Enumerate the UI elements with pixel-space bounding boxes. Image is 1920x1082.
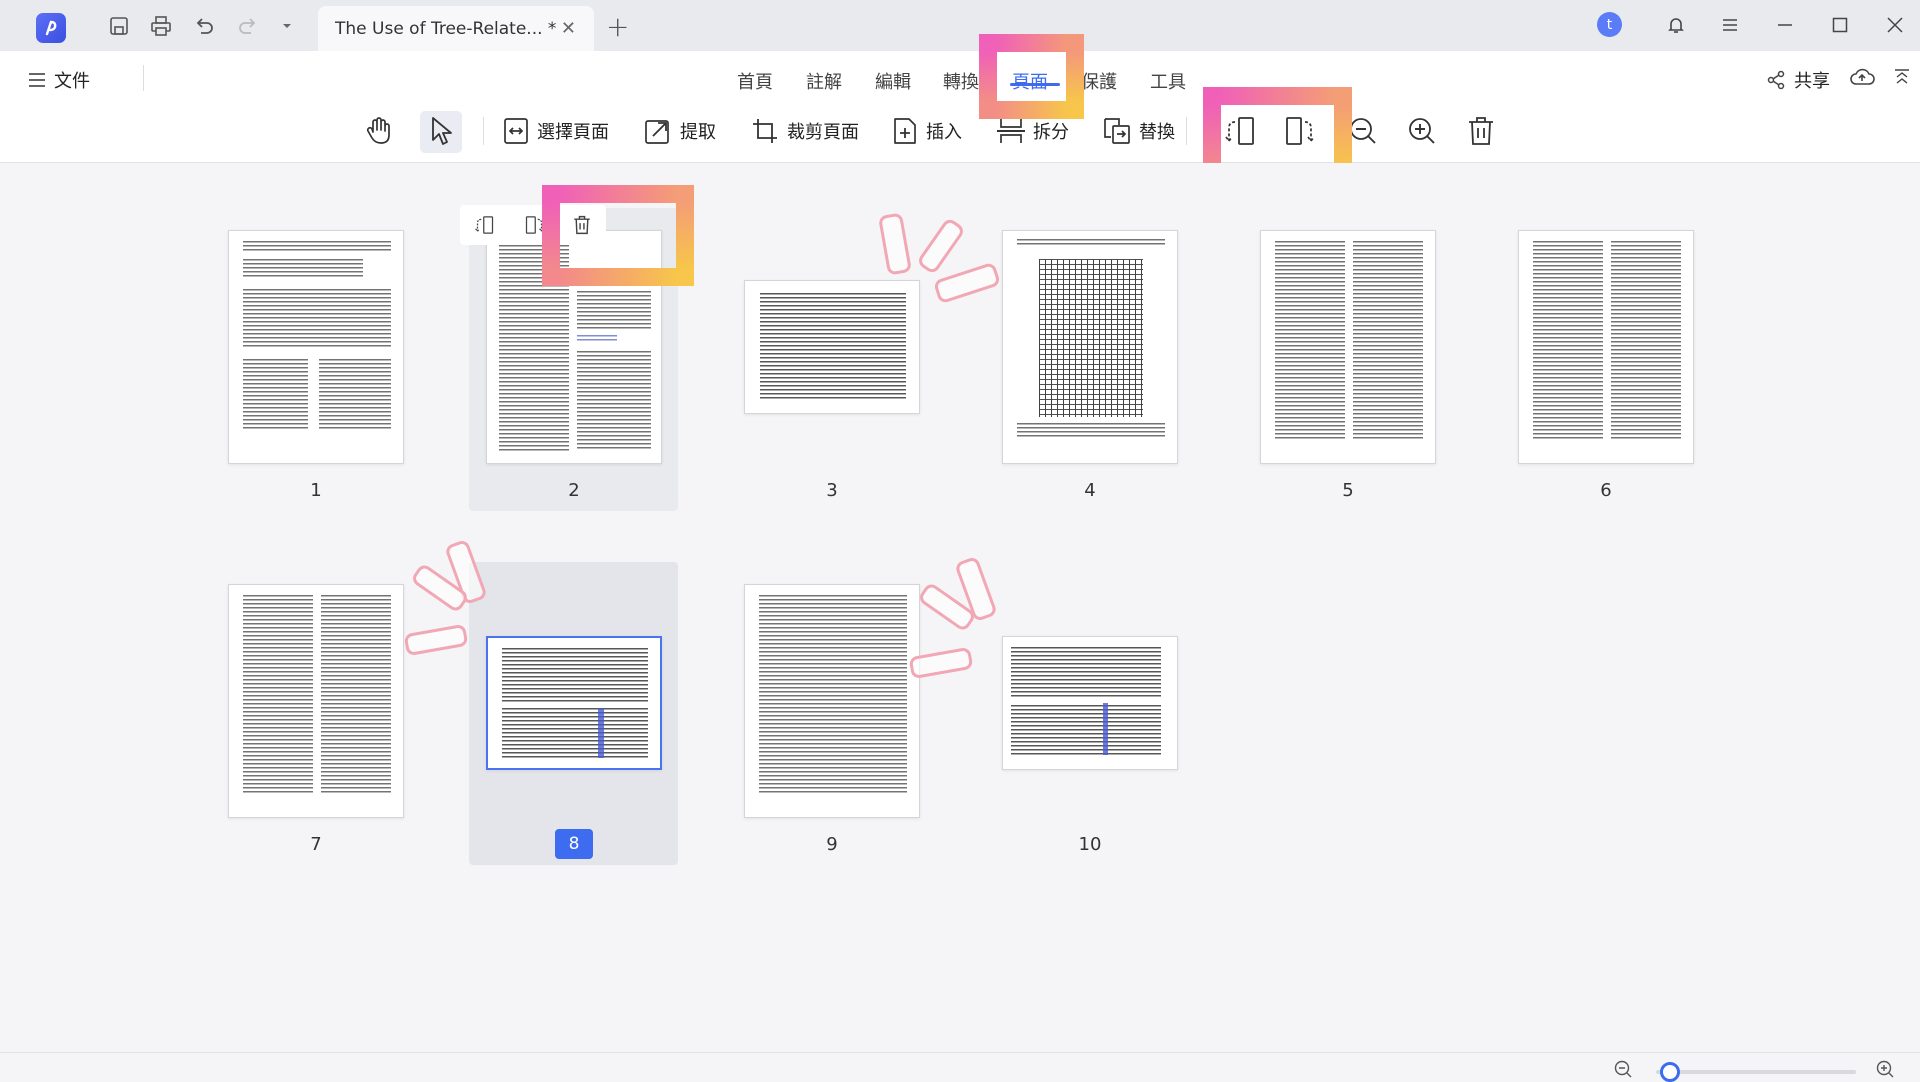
- extract-button[interactable]: 提取: [644, 113, 716, 149]
- document-tab[interactable]: The Use of Tree-Relate... * ✕: [318, 6, 594, 51]
- page-thumbnail-9[interactable]: [744, 584, 920, 818]
- ribbon: 文件 首頁 註解 編輯 轉換 頁面 保護 工具 共享 選擇頁面 提取 裁剪頁面 …: [0, 51, 1920, 163]
- zoom-slider-track[interactable]: [1656, 1070, 1856, 1074]
- extract-icon: [645, 120, 669, 144]
- zoom-out-icon: [1350, 118, 1376, 144]
- page-number-4: 4: [1084, 480, 1096, 501]
- burst-mark: [915, 216, 967, 276]
- tab-tools[interactable]: 工具: [1150, 68, 1186, 94]
- page-thumbnail-3[interactable]: [744, 280, 920, 414]
- print-icon[interactable]: [149, 14, 173, 38]
- save-icon[interactable]: [107, 14, 131, 38]
- select-pages-icon: [504, 118, 528, 144]
- zoom-in-icon[interactable]: [1876, 1060, 1894, 1082]
- zoom-out-icon[interactable]: [1614, 1060, 1632, 1082]
- select-pages-button[interactable]: 選擇頁面: [503, 113, 609, 149]
- file-menu-label: 文件: [54, 71, 90, 92]
- page-number-6: 6: [1600, 480, 1612, 501]
- hand-tool-icon[interactable]: [365, 113, 393, 149]
- avatar[interactable]: t: [1597, 12, 1622, 37]
- tab-convert[interactable]: 轉換: [943, 68, 979, 94]
- burst-mark: [932, 261, 1002, 305]
- collapse-ribbon-icon[interactable]: [1893, 68, 1911, 90]
- page-thumbnail-10[interactable]: [1002, 636, 1178, 770]
- insert-icon: [894, 118, 916, 144]
- insert-button[interactable]: 插入: [892, 113, 962, 149]
- hover-toolbar-highlight: [542, 185, 694, 286]
- select-pages-label: 選擇頁面: [537, 122, 609, 143]
- page-thumbnail-grid: 1 2 3 4 5 6 7 8 9 10: [0, 163, 1920, 1052]
- close-tab-icon[interactable]: ✕: [561, 18, 576, 39]
- page-number-7: 7: [310, 834, 322, 855]
- toolbar-divider: [1186, 117, 1187, 145]
- page-thumbnail-1[interactable]: [228, 230, 404, 464]
- share-label: 共享: [1794, 71, 1830, 92]
- page-number-3: 3: [826, 480, 838, 501]
- divider: [143, 65, 144, 91]
- share-icon: [1767, 70, 1785, 90]
- tab-protect[interactable]: 保護: [1081, 68, 1117, 94]
- page-thumbnail-5[interactable]: [1260, 230, 1436, 464]
- status-bar: [0, 1052, 1920, 1082]
- menu-icon: [29, 73, 45, 87]
- delete-page-button[interactable]: [1467, 113, 1495, 149]
- document-tab-title: The Use of Tree-Relate... *: [335, 18, 557, 39]
- page-thumbnail-7[interactable]: [228, 584, 404, 818]
- extract-label: 提取: [680, 122, 716, 143]
- page-thumbnail-4[interactable]: [1002, 230, 1178, 464]
- page-thumbnail-8[interactable]: [486, 636, 662, 770]
- rotate-right-icon[interactable]: [524, 214, 544, 236]
- split-label: 拆分: [1033, 122, 1069, 143]
- page-number-9: 9: [826, 834, 838, 855]
- zoom-out-button[interactable]: [1348, 113, 1378, 149]
- title-bar: The Use of Tree-Relate... * ✕ + t: [0, 0, 1920, 51]
- select-tool-icon[interactable]: [430, 113, 454, 149]
- crop-pages-label: 裁剪頁面: [787, 122, 859, 143]
- minimize-icon[interactable]: [1770, 10, 1800, 40]
- redo-icon[interactable]: [236, 14, 260, 38]
- insert-label: 插入: [926, 122, 962, 143]
- close-window-icon[interactable]: [1880, 10, 1910, 40]
- split-icon: [997, 119, 1025, 143]
- maximize-icon[interactable]: [1825, 10, 1855, 40]
- page-number-2: 2: [568, 480, 580, 501]
- burst-mark: [877, 212, 913, 276]
- page-thumbnail-6[interactable]: [1518, 230, 1694, 464]
- trash-icon: [1469, 117, 1493, 145]
- tab-comment[interactable]: 註解: [806, 68, 842, 94]
- burst-mark: [403, 623, 469, 657]
- page-tab-highlight: [979, 34, 1084, 119]
- replace-label: 替換: [1139, 122, 1175, 143]
- tab-home[interactable]: 首頁: [737, 68, 773, 94]
- crop-icon: [753, 119, 777, 143]
- page-number-8: 8: [555, 829, 593, 859]
- new-tab-button[interactable]: +: [606, 10, 629, 43]
- rotate-left-icon[interactable]: [474, 214, 495, 236]
- replace-button[interactable]: 替換: [1103, 113, 1175, 149]
- toolbar-divider: [483, 117, 484, 145]
- crop-pages-button[interactable]: 裁剪頁面: [751, 113, 859, 149]
- page-number-5: 5: [1342, 480, 1354, 501]
- bell-icon[interactable]: [1661, 10, 1691, 40]
- app-logo[interactable]: [36, 13, 66, 43]
- replace-icon: [1104, 118, 1130, 144]
- hamburger-menu-icon[interactable]: [1715, 10, 1745, 40]
- page-number-10: 10: [1078, 834, 1102, 855]
- file-menu-button[interactable]: 文件: [28, 67, 90, 93]
- chevron-down-icon[interactable]: [275, 14, 299, 38]
- zoom-in-icon: [1409, 118, 1435, 144]
- zoom-slider-handle[interactable]: [1660, 1062, 1680, 1082]
- page-number-1: 1: [310, 480, 322, 501]
- zoom-in-button[interactable]: [1407, 113, 1437, 149]
- share-button[interactable]: 共享: [1766, 67, 1830, 93]
- tab-edit[interactable]: 編輯: [875, 68, 911, 94]
- cloud-upload-icon[interactable]: [1849, 66, 1875, 92]
- undo-icon[interactable]: [192, 14, 216, 38]
